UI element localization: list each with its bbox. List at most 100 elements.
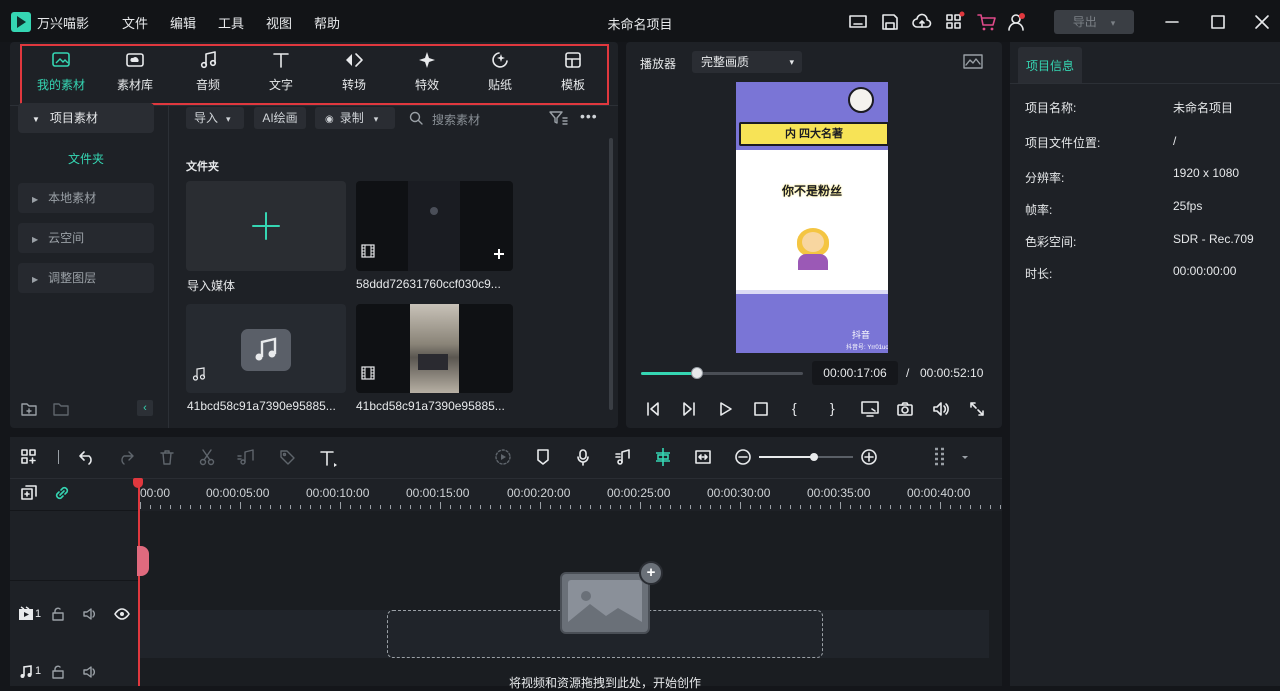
ruler-tick-label: 00:00:25:00	[607, 486, 671, 500]
microphone-icon[interactable]	[574, 448, 592, 466]
close-icon[interactable]	[1252, 12, 1272, 32]
snapshot-camera-icon[interactable]	[896, 400, 914, 418]
ruler-tick-label: 00:00:35:00	[807, 486, 871, 500]
video-brand-text: 抖音	[852, 330, 871, 340]
toolbar-separator	[58, 450, 59, 464]
zoom-out-icon[interactable]	[734, 448, 752, 466]
sidebar-item-cloud[interactable]: ▶ 云空间	[18, 223, 154, 253]
info-value-duration: 00:00:00:00	[1173, 264, 1237, 278]
add-to-timeline-icon[interactable]	[492, 247, 506, 261]
link-icon[interactable]	[53, 484, 71, 502]
media-divider	[168, 105, 169, 428]
layout-icon[interactable]	[20, 448, 38, 466]
playhead-grip[interactable]	[137, 546, 149, 576]
video-account-text: 抖音号: Yrr01uo	[846, 345, 888, 351]
view-options-icon[interactable]	[932, 446, 972, 468]
track-headers	[10, 511, 138, 686]
media-item-video-2[interactable]	[356, 304, 513, 393]
zoom-slider-knob[interactable]	[810, 453, 818, 461]
save-icon[interactable]	[880, 12, 900, 32]
play-icon[interactable]	[716, 400, 734, 418]
playback-scrubber[interactable]	[691, 367, 704, 379]
monitor-icon[interactable]	[848, 12, 868, 32]
playback-progress-track[interactable]	[641, 372, 803, 375]
mark-in-icon[interactable]: {	[792, 400, 797, 416]
previous-frame-icon[interactable]	[644, 400, 662, 418]
ruler-tick-label: 00:00:05:00	[206, 486, 270, 500]
tab-project-info[interactable]: 项目信息	[1018, 47, 1082, 83]
zoom-slider-track[interactable]	[759, 456, 853, 458]
mute-icon[interactable]	[82, 664, 98, 680]
record-button[interactable]: ◉ 录制 ▾	[315, 107, 395, 129]
audio-edit-icon[interactable]	[236, 448, 258, 466]
import-media-tile[interactable]	[186, 181, 346, 271]
quality-select[interactable]: 完整画质 ▾	[692, 51, 802, 73]
video-preview[interactable]: 内 四大名著 你不是粉丝 抖音 抖音号: Yrr01uo	[736, 82, 888, 353]
playhead-handle[interactable]	[133, 478, 143, 488]
display-settings-icon[interactable]	[860, 400, 880, 418]
scope-icon[interactable]	[962, 53, 984, 71]
next-frame-icon[interactable]	[680, 400, 698, 418]
user-account-icon[interactable]	[1006, 11, 1028, 33]
info-label-duration: 时长:	[1025, 267, 1053, 281]
eye-icon[interactable]	[114, 606, 130, 622]
current-time[interactable]: 00:00:17:06	[812, 361, 898, 385]
plus-icon	[252, 212, 280, 240]
snap-magnet-icon[interactable]	[652, 446, 674, 468]
media-scrollbar[interactable]	[609, 138, 613, 410]
info-value-framerate: 25fps	[1173, 199, 1203, 213]
media-item-label: 41bcd58c91a7390e95885...	[187, 399, 336, 413]
volume-icon[interactable]	[932, 400, 950, 418]
drop-image-icon	[560, 572, 650, 634]
media-item-audio[interactable]	[186, 304, 346, 393]
ruler-tick-label: 00:00:10:00	[306, 486, 370, 500]
video-caption-text: 你不是粉丝	[781, 184, 842, 198]
info-label-framerate: 帧率:	[1025, 203, 1053, 217]
tag-icon[interactable]	[278, 448, 296, 466]
redo-icon[interactable]	[117, 448, 135, 466]
auto-play-icon[interactable]	[494, 448, 512, 466]
more-options-icon[interactable]: •••	[580, 108, 598, 124]
search-icon	[409, 111, 423, 125]
search-input[interactable]: 搜索素材	[432, 111, 480, 128]
sidebar-folder[interactable]: 文件夹	[18, 150, 154, 167]
split-scissors-icon[interactable]	[198, 448, 216, 466]
minimize-icon[interactable]	[1162, 12, 1182, 32]
sidebar-item-local-media[interactable]: ▶ 本地素材	[18, 183, 154, 213]
ruler-tick-label: 00:00:20:00	[507, 486, 571, 500]
import-button[interactable]: 导入 ▾	[186, 107, 244, 129]
playhead[interactable]	[138, 478, 140, 686]
maximize-icon[interactable]	[1208, 12, 1228, 32]
filter-icon[interactable]	[548, 109, 568, 127]
delete-icon[interactable]	[158, 448, 176, 466]
tabs-highlight-box	[20, 44, 609, 105]
cloud-upload-icon[interactable]	[912, 12, 932, 32]
apps-grid-icon[interactable]	[944, 10, 966, 32]
audio-track-number: 1	[35, 665, 42, 677]
add-track-icon[interactable]	[20, 484, 38, 502]
undo-icon[interactable]	[78, 448, 96, 466]
mute-icon[interactable]	[82, 606, 98, 622]
lock-icon[interactable]	[50, 606, 66, 622]
info-value-location: /	[1173, 134, 1177, 148]
lock-icon[interactable]	[50, 664, 66, 680]
folder-icon[interactable]	[52, 400, 70, 418]
export-button[interactable]: 导出 ▾	[1054, 10, 1134, 34]
sidebar-item-adjustment-layer[interactable]: ▶ 调整图层	[18, 263, 154, 293]
music-edit-icon[interactable]	[614, 448, 632, 466]
sidebar-project-media[interactable]: ▼ 项目素材	[18, 103, 154, 133]
collapse-sidebar-button[interactable]: ‹	[137, 400, 153, 416]
text-tool-icon[interactable]	[318, 448, 340, 468]
zoom-in-icon[interactable]	[860, 448, 878, 466]
cart-icon[interactable]	[976, 12, 998, 32]
marker-icon[interactable]	[534, 448, 552, 466]
media-item-video-1[interactable]	[356, 181, 513, 271]
new-folder-icon[interactable]	[20, 400, 38, 418]
video-film-icon	[361, 244, 375, 258]
fullscreen-icon[interactable]	[968, 400, 986, 418]
total-time: 00:00:52:10	[920, 366, 984, 380]
stop-icon[interactable]	[752, 400, 770, 418]
fit-timeline-icon[interactable]	[694, 448, 712, 466]
mark-out-icon[interactable]: }	[830, 400, 835, 416]
ai-paint-button[interactable]: AI绘画	[254, 107, 306, 129]
